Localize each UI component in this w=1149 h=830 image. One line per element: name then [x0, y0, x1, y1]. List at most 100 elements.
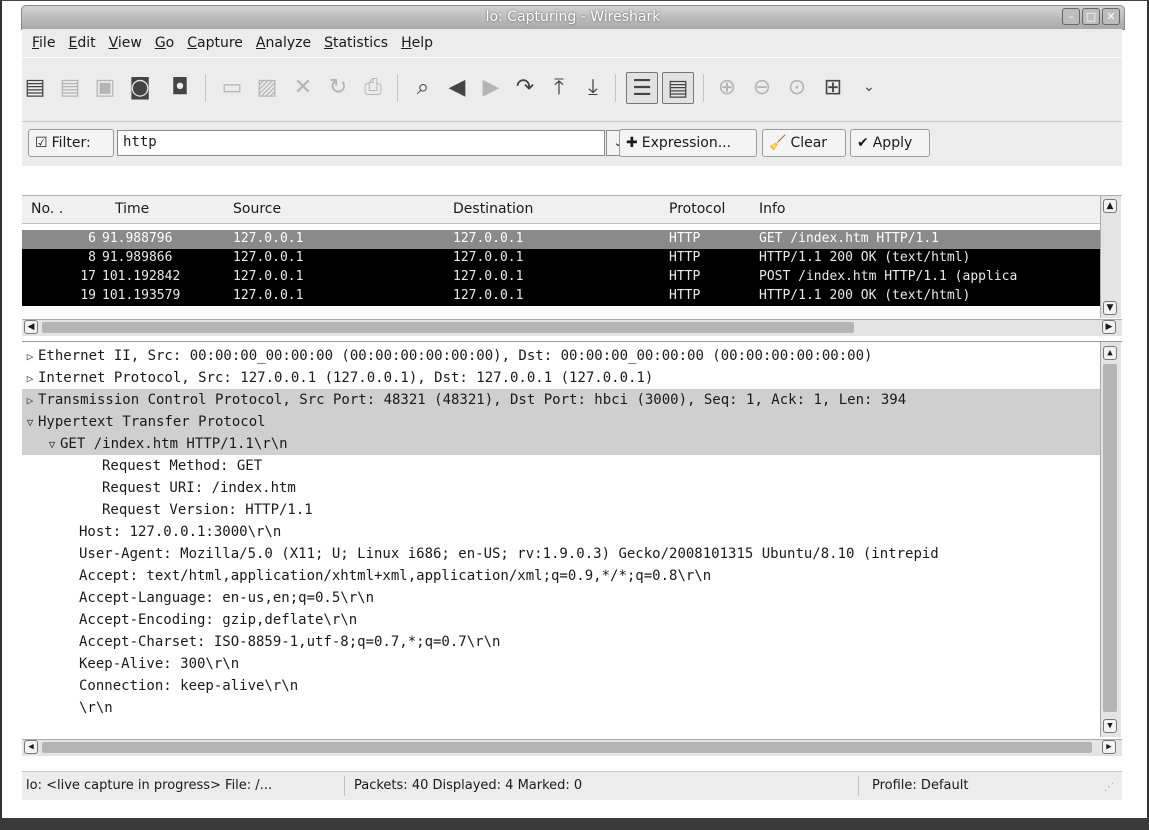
- packet-time: 101.192842: [102, 269, 181, 284]
- tree-item-request-line[interactable]: ▽ GET /index.htm HTTP/1.1\r\n: [22, 433, 1100, 455]
- zoom-out-icon[interactable]: ⊖: [749, 74, 775, 100]
- scroll-left-icon[interactable]: ◀: [24, 740, 38, 754]
- save-file-icon[interactable]: ▨: [254, 74, 280, 100]
- packet-row[interactable]: 6 91.988796 127.0.0.1 127.0.0.1 HTTP GET…: [22, 230, 1100, 249]
- apply-button[interactable]: ✔ Apply: [850, 129, 930, 157]
- resize-columns-icon[interactable]: ⊞: [820, 74, 846, 100]
- menu-edit[interactable]: Edit: [68, 35, 95, 51]
- normal-size-icon[interactable]: ⊙: [784, 74, 810, 100]
- maximize-icon[interactable]: □: [1082, 8, 1100, 25]
- tree-item-user-agent[interactable]: User-Agent: Mozilla/5.0 (X11; U; Linux i…: [22, 543, 1100, 565]
- details-hscroll[interactable]: ◀ ▶: [22, 739, 1122, 756]
- hscroll-thumb[interactable]: [42, 742, 1092, 753]
- scroll-left-icon[interactable]: ◀: [24, 320, 38, 334]
- tree-item-crlf[interactable]: \r\n: [22, 697, 1100, 719]
- go-to-packet-icon[interactable]: ↷: [512, 74, 538, 100]
- profile-status[interactable]: Profile: Default: [872, 778, 968, 793]
- bottom-border: [0, 818, 1149, 830]
- expression-button[interactable]: ✚ Expression...: [619, 129, 757, 157]
- tree-item-ip[interactable]: ▷ Internet Protocol, Src: 127.0.0.1 (127.…: [22, 367, 1100, 389]
- plus-icon: ✚: [626, 135, 638, 151]
- tree-item-request-method[interactable]: Request Method: GET: [22, 455, 1100, 477]
- scroll-down-icon[interactable]: ▼: [1103, 301, 1117, 315]
- menu-capture[interactable]: Capture: [187, 35, 243, 51]
- details-vscroll[interactable]: ▲ ▼: [1100, 342, 1121, 737]
- packet-row[interactable]: 19 101.193579 127.0.0.1 127.0.0.1 HTTP H…: [22, 287, 1100, 306]
- expand-icon[interactable]: ▷: [22, 346, 38, 367]
- column-no[interactable]: No. .: [31, 201, 63, 217]
- close-icon[interactable]: ✕: [1102, 8, 1120, 25]
- colorize-icon[interactable]: ☰: [626, 72, 658, 104]
- menu-view[interactable]: View: [109, 35, 142, 51]
- interface-list-icon[interactable]: ▤: [22, 74, 48, 100]
- tree-item-request-uri[interactable]: Request URI: /index.htm: [22, 477, 1100, 499]
- collapse-icon[interactable]: ▽: [22, 412, 38, 433]
- column-protocol[interactable]: Protocol: [669, 201, 725, 217]
- go-forward-icon[interactable]: ▶: [478, 74, 504, 100]
- scroll-down-icon[interactable]: ▼: [1103, 719, 1117, 733]
- expand-icon[interactable]: ▷: [22, 390, 38, 411]
- clear-button[interactable]: 🧹 Clear: [762, 129, 846, 157]
- collapse-icon[interactable]: ▽: [44, 434, 60, 455]
- filter-input[interactable]: http: [117, 130, 605, 156]
- zoom-in-icon[interactable]: ⊕: [714, 74, 740, 100]
- restart-capture-icon[interactable]: ◘: [167, 74, 193, 100]
- column-info[interactable]: Info: [759, 201, 786, 217]
- packet-protocol: HTTP: [669, 269, 701, 284]
- packet-row[interactable]: 17 101.192842 127.0.0.1 127.0.0.1 HTTP P…: [22, 268, 1100, 287]
- open-file-icon[interactable]: ▭: [219, 74, 245, 100]
- scroll-right-icon[interactable]: ▶: [1102, 320, 1116, 334]
- resize-grip-icon[interactable]: ⋰: [1104, 782, 1114, 793]
- tree-item-accept-charset[interactable]: Accept-Charset: ISO-8859-1,utf-8;q=0.7,*…: [22, 631, 1100, 653]
- packet-counts: Packets: 40 Displayed: 4 Marked: 0: [354, 778, 583, 793]
- menu-help[interactable]: Help: [401, 35, 433, 51]
- tree-item-request-version[interactable]: Request Version: HTTP/1.1: [22, 499, 1100, 521]
- toolbar-overflow-icon[interactable]: ⌄: [856, 74, 882, 100]
- packet-info: GET /index.htm HTTP/1.1: [759, 231, 940, 246]
- auto-scroll-icon[interactable]: ▤: [662, 72, 694, 104]
- go-back-icon[interactable]: ◀: [444, 74, 470, 100]
- window-title: lo: Capturing - Wireshark: [485, 9, 661, 25]
- filter-button[interactable]: ☑ Filter:: [28, 129, 114, 157]
- start-capture-icon[interactable]: ▣: [92, 74, 118, 100]
- tree-item-ethernet[interactable]: ▷ Ethernet II, Src: 00:00:00_00:00:00 (00…: [22, 345, 1100, 367]
- minimize-icon[interactable]: –: [1062, 8, 1080, 25]
- scroll-up-icon[interactable]: ▲: [1103, 199, 1117, 213]
- menu-statistics[interactable]: Statistics: [324, 35, 388, 51]
- scroll-up-icon[interactable]: ▲: [1103, 346, 1117, 360]
- column-source[interactable]: Source: [233, 201, 281, 217]
- column-destination[interactable]: Destination: [453, 201, 533, 217]
- menu-analyze[interactable]: Analyze: [256, 35, 311, 51]
- packet-list-hscroll[interactable]: ◀ ▶: [22, 319, 1122, 336]
- tree-item-accept[interactable]: Accept: text/html,application/xhtml+xml,…: [22, 565, 1100, 587]
- first-packet-icon[interactable]: ⤒: [546, 74, 572, 100]
- tree-item-tcp[interactable]: ▷ Transmission Control Protocol, Src Port…: [22, 389, 1100, 411]
- tree-item-http[interactable]: ▽ Hypertext Transfer Protocol: [22, 411, 1100, 433]
- title-bar: lo: Capturing - Wireshark – □ ✕: [21, 5, 1125, 30]
- tree-item-accept-language[interactable]: Accept-Language: en-us,en;q=0.5\r\n: [22, 587, 1100, 609]
- menu-go[interactable]: Go: [155, 35, 174, 51]
- scroll-right-icon[interactable]: ▶: [1102, 740, 1116, 754]
- find-packet-icon[interactable]: ⌕: [410, 74, 436, 100]
- packet-list-vscroll[interactable]: ▲ ▼: [1100, 196, 1121, 318]
- expand-icon[interactable]: ▷: [22, 368, 38, 389]
- hscroll-thumb[interactable]: [42, 322, 854, 333]
- vscroll-thumb[interactable]: [1103, 364, 1117, 712]
- packet-time: 91.988796: [102, 231, 173, 246]
- menu-file[interactable]: File: [32, 35, 55, 51]
- close-file-icon[interactable]: ✕: [290, 74, 316, 100]
- tree-item-connection[interactable]: Connection: keep-alive\r\n: [22, 675, 1100, 697]
- tree-item-accept-encoding[interactable]: Accept-Encoding: gzip,deflate\r\n: [22, 609, 1100, 631]
- print-icon[interactable]: ⎙: [360, 74, 386, 100]
- expression-label: Expression...: [641, 135, 732, 151]
- capture-options-icon[interactable]: ▤: [57, 74, 83, 100]
- stop-capture-icon[interactable]: ◙: [127, 74, 153, 100]
- filter-bar: ☑ Filter: http ⌄ ✚ Expression... 🧹 Clear…: [22, 122, 1122, 166]
- tree-item-host[interactable]: Host: 127.0.0.1:3000\r\n: [22, 521, 1100, 543]
- last-packet-icon[interactable]: ⤓: [580, 74, 606, 100]
- column-time[interactable]: Time: [115, 201, 149, 217]
- packet-row[interactable]: 8 91.989866 127.0.0.1 127.0.0.1 HTTP HTT…: [22, 249, 1100, 268]
- reload-icon[interactable]: ↻: [325, 74, 351, 100]
- tree-item-keep-alive[interactable]: Keep-Alive: 300\r\n: [22, 653, 1100, 675]
- status-bar: lo: <live capture in progress> File: /..…: [22, 771, 1122, 800]
